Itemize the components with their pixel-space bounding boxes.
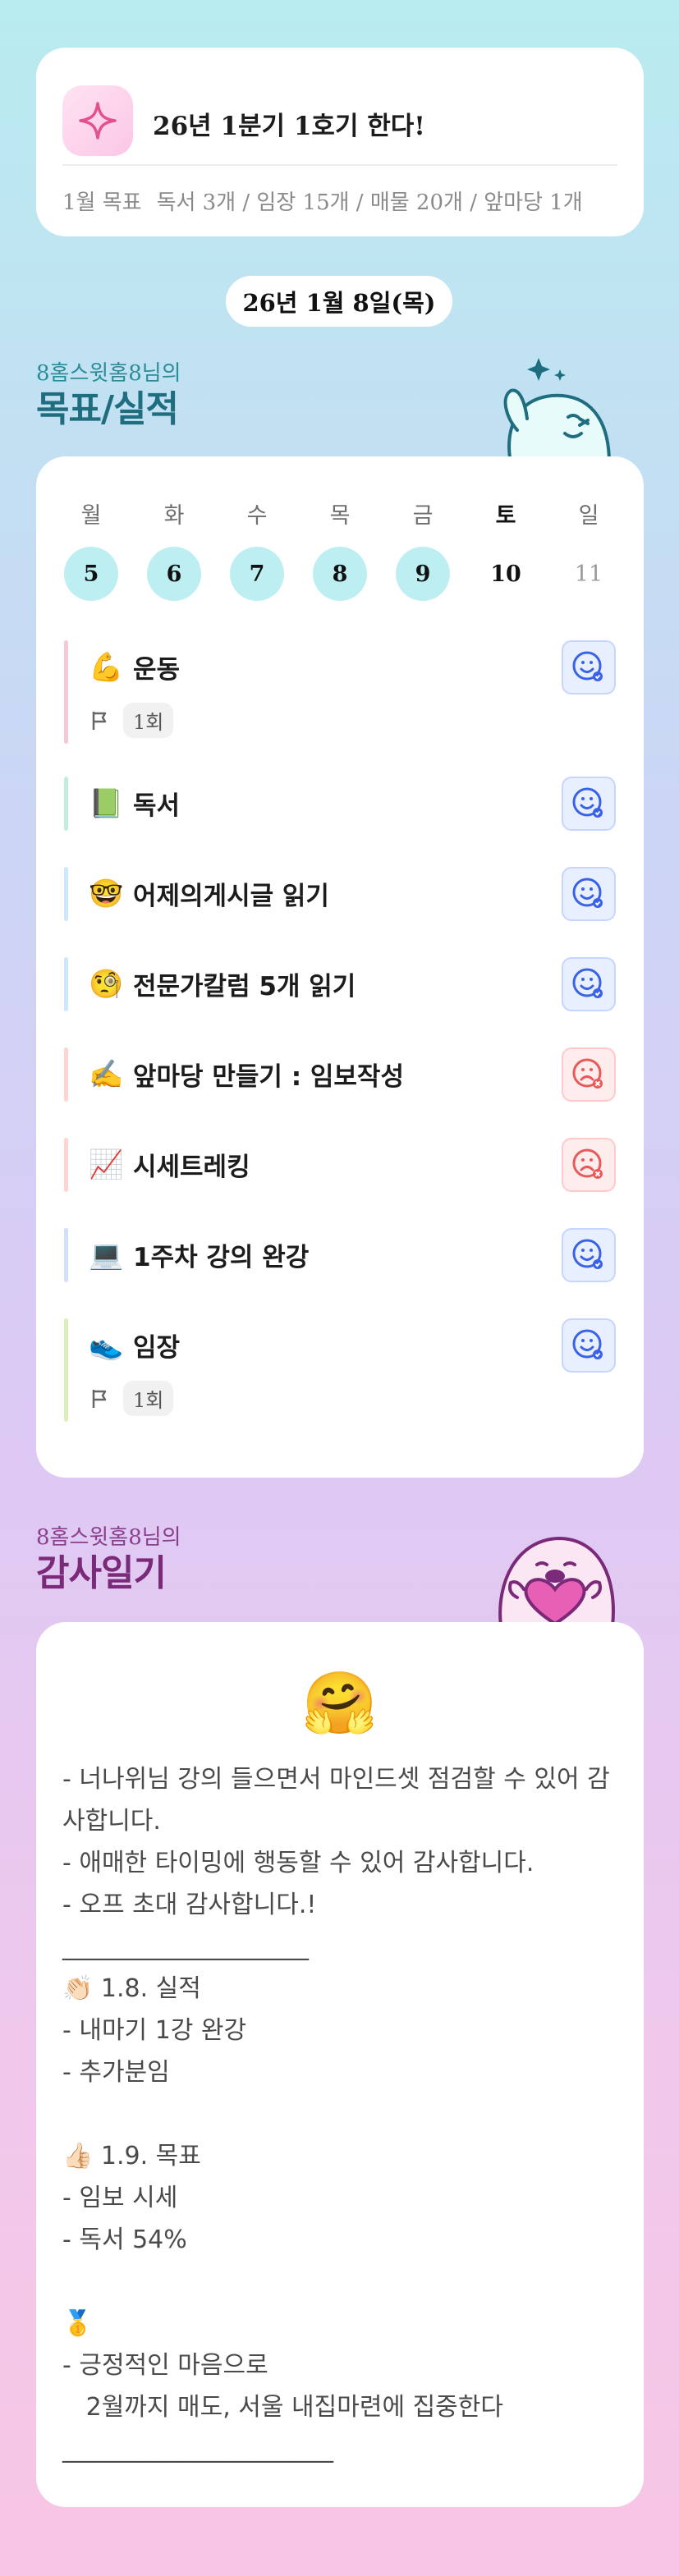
goal-detail: 1월 목표 독서 3개 / 임장 15개 / 매물 20개 / 앞마당 1개 — [62, 186, 598, 216]
activity-item-read-posts[interactable]: 🤓 어제의게시글 읽기 — [64, 867, 616, 921]
current-date-pill: 26년 1월 8일(목) — [226, 276, 452, 327]
count-badge: 1회 — [123, 1381, 174, 1416]
activity-name: 🧐 전문가칼럼 5개 읽기 — [89, 965, 356, 1002]
smile-check-icon — [572, 651, 603, 681]
gratitude-card: 🤗 - 너나위님 강의 들으면서 마인드셋 점검할 수 있어 감사합니다. - … — [36, 1622, 644, 2507]
date-cell[interactable]: 10 — [479, 547, 533, 601]
activity-item-field-report[interactable]: ✍️ 앞마당 만들기 : 임보작성 — [64, 1047, 616, 1102]
activity-color-bar — [64, 640, 68, 744]
sparkle-icon — [62, 85, 133, 156]
smile-check-icon — [572, 878, 603, 908]
status-done-button[interactable] — [562, 867, 616, 921]
smile-check-icon — [572, 1329, 603, 1359]
weekday-thu: 목 — [329, 503, 351, 529]
weekday-sat: 토 — [495, 503, 516, 529]
count-badge: 1회 — [123, 703, 174, 738]
activity-count: 1회 — [89, 1381, 174, 1416]
flag-icon — [92, 1389, 107, 1408]
activity-label: 어제의게시글 읽기 — [133, 882, 329, 911]
activity-item-exercise[interactable]: 💪 운동 1회 — [64, 640, 616, 744]
smile-check-icon — [572, 968, 603, 998]
activity-color-bar — [64, 1138, 68, 1192]
mascot-heart-icon — [498, 1536, 615, 1626]
mascot-wave-icon — [503, 358, 612, 463]
weekday-mon: 월 — [80, 503, 102, 529]
activity-color-bar — [64, 1318, 68, 1422]
muscle-icon: 💪 — [89, 650, 124, 684]
activity-item-lecture[interactable]: 💻 1주차 강의 완강 — [64, 1228, 616, 1282]
activity-color-bar — [64, 1047, 68, 1102]
activity-name: 💪 운동 — [89, 649, 180, 685]
activity-label: 전문가칼럼 5개 읽기 — [133, 972, 356, 1002]
activity-label: 1주차 강의 완강 — [133, 1243, 310, 1272]
date-cell[interactable]: 11 — [562, 547, 616, 601]
goal-divider — [62, 164, 617, 166]
activity-label: 운동 — [133, 655, 181, 685]
activity-item-site-visit[interactable]: 👟 임장 1회 — [64, 1318, 616, 1422]
activity-name: 🤓 어제의게시글 읽기 — [89, 875, 329, 912]
activity-item-expert-column[interactable]: 🧐 전문가칼럼 5개 읽기 — [64, 957, 616, 1011]
activity-color-bar — [64, 1228, 68, 1282]
status-done-button[interactable] — [562, 640, 616, 694]
goal-title: 26년 1분기 1호기 한다! — [153, 112, 425, 141]
goal-label: 1월 목표 — [62, 190, 142, 215]
status-done-button[interactable] — [562, 777, 616, 831]
activities-title: 목표/실적 — [36, 388, 179, 430]
activity-label: 시세트레킹 — [133, 1153, 250, 1182]
activity-label: 독서 — [133, 791, 181, 821]
laptop-icon: 💻 — [89, 1238, 124, 1272]
goal-card: 26년 1분기 1호기 한다! 1월 목표 독서 3개 / 임장 15개 / 매물… — [36, 48, 644, 236]
chart-up-icon: 📈 — [89, 1148, 124, 1181]
gratitude-text: - 너나위님 강의 들으면서 마인드셋 점검할 수 있어 감사합니다. - 애매… — [62, 1765, 610, 2464]
goal-targets: 독서 3개 / 임장 15개 / 매물 20개 / 앞마당 1개 — [156, 190, 583, 215]
activity-name: 👟 임장 — [89, 1327, 180, 1364]
activity-item-reading[interactable]: 📗 독서 — [64, 777, 616, 831]
activity-label: 임장 — [133, 1333, 181, 1363]
activity-name: 📈 시세트레킹 — [89, 1146, 250, 1183]
activity-count: 1회 — [89, 703, 174, 738]
date-cell[interactable]: 8 — [313, 547, 367, 601]
date-cell[interactable]: 5 — [64, 547, 118, 601]
sad-x-icon — [572, 1148, 603, 1179]
weekday-fri: 금 — [412, 503, 434, 529]
status-missed-button[interactable] — [562, 1047, 616, 1102]
weekday-row: 월 화 수 목 금 토 일 — [49, 497, 631, 529]
date-row: 5 6 7 8 9 10 11 — [49, 547, 631, 601]
status-done-button[interactable] — [562, 1228, 616, 1282]
activity-color-bar — [64, 777, 68, 831]
weekday-tue: 화 — [163, 503, 185, 529]
activities-card: 월 화 수 목 금 토 일 5 6 7 8 9 10 11 💪 운동 1회 📗 독서 — [36, 456, 644, 1478]
date-cell[interactable]: 6 — [147, 547, 201, 601]
activity-name: 📗 독서 — [89, 785, 180, 822]
status-done-button[interactable] — [562, 957, 616, 1011]
nerd-face-icon: 🤓 — [89, 877, 124, 910]
activity-item-price-tracking[interactable]: 📈 시세트레킹 — [64, 1138, 616, 1192]
status-done-button[interactable] — [562, 1318, 616, 1373]
activity-name: 💻 1주차 강의 완강 — [89, 1236, 309, 1273]
status-missed-button[interactable] — [562, 1138, 616, 1192]
gratitude-title: 감사일기 — [36, 1552, 167, 1594]
activity-name: ✍️ 앞마당 만들기 : 임보작성 — [89, 1056, 404, 1093]
book-icon: 📗 — [89, 786, 124, 820]
writing-hand-icon: ✍️ — [89, 1057, 124, 1091]
date-cell[interactable]: 9 — [396, 547, 450, 601]
hugging-face-icon: 🤗 — [301, 1668, 378, 1739]
activity-color-bar — [64, 867, 68, 921]
monocle-face-icon: 🧐 — [89, 967, 124, 1001]
activity-label: 앞마당 만들기 : 임보작성 — [133, 1062, 404, 1092]
weekday-wed: 수 — [246, 503, 268, 529]
date-cell[interactable]: 7 — [230, 547, 284, 601]
activity-color-bar — [64, 957, 68, 1011]
weekday-sun: 일 — [578, 503, 599, 529]
flag-icon — [92, 711, 107, 730]
sad-x-icon — [572, 1058, 603, 1089]
sneaker-icon: 👟 — [89, 1328, 124, 1362]
smile-check-icon — [572, 787, 603, 818]
smile-check-icon — [572, 1239, 603, 1269]
